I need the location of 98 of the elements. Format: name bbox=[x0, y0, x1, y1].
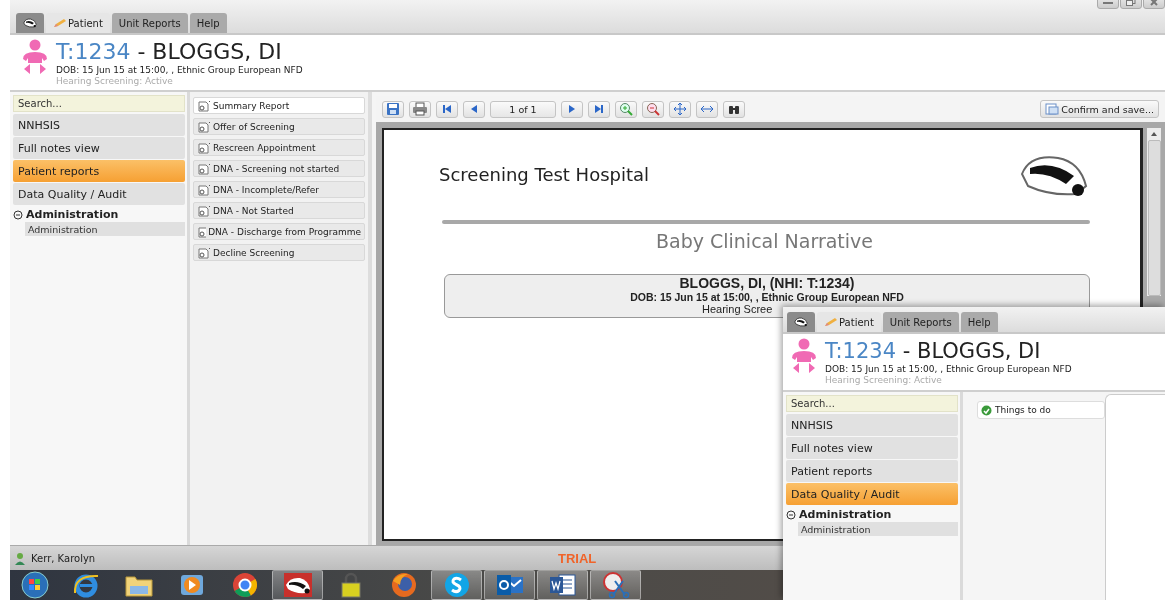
nav-subitem[interactable]: Administration bbox=[25, 222, 185, 236]
globe-icon bbox=[389, 571, 418, 599]
nav-item[interactable]: Patient reports bbox=[786, 460, 958, 482]
report-icon bbox=[197, 99, 211, 112]
nav-item[interactable]: NNHSIS bbox=[786, 414, 958, 436]
start-orb-icon bbox=[20, 571, 50, 599]
report-icon bbox=[197, 246, 211, 259]
page-indicator: 1 of 1 bbox=[490, 100, 556, 118]
nav-item[interactable]: Data Quality / Audit bbox=[13, 183, 185, 205]
round-logo-icon bbox=[230, 571, 259, 599]
taskbar-button[interactable] bbox=[484, 570, 535, 600]
taskbar-button[interactable] bbox=[431, 570, 482, 600]
scissors-icon bbox=[600, 571, 631, 599]
scroll-up-icon[interactable] bbox=[1150, 131, 1158, 137]
collapse-icon[interactable] bbox=[786, 509, 796, 520]
logo-tab[interactable] bbox=[787, 312, 815, 332]
printer-icon bbox=[412, 102, 428, 116]
toolbar-button[interactable] bbox=[409, 100, 431, 118]
badger-logo-icon bbox=[23, 16, 37, 30]
document-title: Baby Clinical Narrative bbox=[655, 230, 874, 252]
nav-item[interactable]: Full notes view bbox=[13, 137, 185, 159]
scrollbar[interactable] bbox=[1147, 128, 1161, 296]
report-item[interactable]: DNA - Screening not started bbox=[193, 160, 365, 177]
report-icon bbox=[197, 162, 211, 175]
zoom-out-icon bbox=[646, 102, 660, 116]
letter-s-icon bbox=[442, 571, 471, 599]
patient-line: BLOGGS, DI, (NHI: T:1234) bbox=[678, 276, 856, 291]
logo-tab[interactable] bbox=[16, 13, 44, 33]
tab[interactable]: Unit Reports bbox=[882, 312, 959, 332]
toolbar-button[interactable] bbox=[436, 100, 458, 118]
play-icon bbox=[178, 572, 205, 598]
report-icon bbox=[197, 183, 211, 196]
trial-label: TRIAL bbox=[558, 550, 598, 566]
zoom-in-icon bbox=[619, 102, 633, 116]
report-item[interactable]: Offer of Screening bbox=[193, 118, 365, 135]
baby-icon bbox=[20, 39, 50, 77]
save-icon bbox=[386, 102, 400, 116]
check-icon bbox=[981, 404, 992, 416]
tab[interactable]: Things to do bbox=[977, 401, 1105, 419]
confirm-button[interactable]: Confirm and save... bbox=[1040, 100, 1159, 118]
last-page-icon bbox=[593, 103, 605, 115]
report-icon bbox=[197, 120, 211, 133]
report-item[interactable]: Summary Report bbox=[193, 97, 365, 114]
mail-icon bbox=[494, 572, 525, 598]
user-icon bbox=[14, 551, 26, 565]
details-line: DOB: 15 Jun 15 at 15:00, , Ethnic Group European NFD bbox=[629, 291, 905, 303]
group-heading: Administration bbox=[799, 508, 892, 521]
taskbar-button[interactable] bbox=[272, 570, 323, 600]
fit-page-icon bbox=[673, 102, 687, 116]
report-item[interactable]: DNA - Not Started bbox=[193, 202, 365, 219]
badger-logo-icon bbox=[794, 315, 808, 329]
close-icon bbox=[1150, 0, 1158, 6]
toolbar-button[interactable] bbox=[463, 100, 485, 118]
nav-item[interactable]: NNHSIS bbox=[13, 114, 185, 136]
status-line: Hearing Scree bbox=[702, 303, 773, 315]
toolbar-button[interactable] bbox=[588, 100, 610, 118]
search-field[interactable]: Search... bbox=[786, 395, 958, 412]
screening-status: Hearing Screening: Active bbox=[825, 375, 943, 386]
hospital-name: Screening Test Hospital bbox=[439, 163, 650, 185]
tab[interactable]: Help bbox=[189, 13, 227, 33]
report-item[interactable]: DNA - Discharge from Programme bbox=[193, 223, 365, 240]
report-icon bbox=[197, 225, 207, 238]
report-icon bbox=[197, 141, 211, 154]
report-item[interactable]: Rescreen Appointment bbox=[193, 139, 365, 156]
toolbar-button[interactable] bbox=[696, 100, 718, 118]
search-field[interactable]: Search... bbox=[13, 95, 185, 112]
document-icon bbox=[547, 572, 578, 598]
nav-item[interactable]: Data Quality / Audit bbox=[786, 483, 958, 505]
group-heading: Administration bbox=[26, 208, 119, 221]
report-item[interactable]: DNA - Incomplete/Refer bbox=[193, 181, 365, 198]
patient-title: T:1234 - BLOGGS, DI bbox=[56, 39, 283, 65]
first-page-icon bbox=[441, 103, 453, 115]
tab[interactable]: Unit Reports bbox=[111, 13, 188, 33]
user-name: Kerr, Karolyn bbox=[31, 552, 96, 564]
collapse-icon[interactable] bbox=[13, 209, 23, 220]
nav-item[interactable]: Patient reports bbox=[13, 160, 185, 182]
restore-icon bbox=[1126, 0, 1136, 6]
toolbar-button[interactable] bbox=[669, 100, 691, 118]
tab[interactable]: Patient bbox=[817, 312, 881, 332]
save-icon bbox=[1045, 103, 1060, 115]
patient-details: DOB: 15 Jun 15 at 15:00, , Ethnic Group European NFD bbox=[825, 364, 1072, 375]
report-icon bbox=[197, 204, 211, 217]
taskbar-button[interactable] bbox=[537, 570, 588, 600]
pencil-icon bbox=[53, 18, 67, 28]
badger-icon bbox=[282, 572, 313, 598]
binoculars-icon bbox=[727, 103, 741, 115]
toolbar-button[interactable] bbox=[723, 100, 745, 118]
tab[interactable]: Help bbox=[960, 312, 998, 332]
nav-subitem[interactable]: Administration bbox=[798, 522, 958, 536]
pencil-icon bbox=[824, 317, 838, 327]
toolbar-button[interactable] bbox=[561, 100, 583, 118]
baby-icon bbox=[789, 338, 819, 376]
patient-details: DOB: 15 Jun 15 at 15:00, , Ethnic Group European NFD bbox=[56, 65, 303, 76]
patient-title: T:1234 - BLOGGS, DI bbox=[825, 338, 1042, 364]
nav-item[interactable]: Full notes view bbox=[786, 437, 958, 459]
screening-status: Hearing Screening: Active bbox=[56, 76, 174, 87]
padlock-icon bbox=[338, 571, 363, 599]
report-item[interactable]: Decline Screening bbox=[193, 244, 365, 261]
